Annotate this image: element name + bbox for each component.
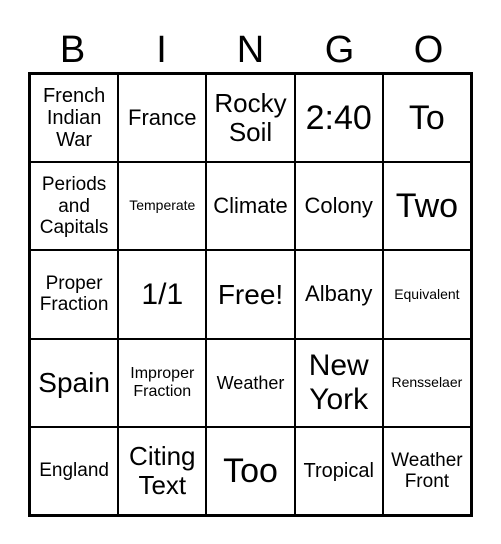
cell-text: To: [408, 99, 445, 138]
header-letter: G: [324, 29, 355, 71]
cell-text: Periods and Capitals: [39, 174, 109, 238]
bingo-cell[interactable]: Tropical: [294, 426, 383, 515]
cell-text: Too: [223, 451, 278, 490]
bingo-cell[interactable]: 1/1: [118, 250, 207, 339]
cell-text: Weather Front: [391, 449, 463, 492]
cell-text: French Indian War: [42, 84, 106, 152]
bingo-cell[interactable]: Improper Fraction: [118, 338, 207, 427]
cell-text: Albany: [305, 281, 373, 307]
bingo-grid: French Indian War France Rocky Soil 2:40 To P…: [28, 72, 473, 517]
bingo-cell[interactable]: Weather Front: [382, 426, 471, 515]
cell-text: Climate: [213, 192, 288, 218]
cell-text: Temperate: [129, 197, 196, 214]
bingo-cell[interactable]: Too: [206, 426, 295, 515]
header-letter: I: [156, 29, 167, 71]
cell-text: Proper Fraction: [39, 273, 109, 316]
cell-text: Equivalent: [394, 285, 460, 302]
bingo-cell[interactable]: Free!: [206, 250, 295, 339]
bingo-cell[interactable]: Climate: [206, 162, 295, 251]
bingo-cell[interactable]: To: [382, 74, 471, 163]
cell-text: Spain: [38, 367, 110, 399]
cell-text: Free!: [217, 278, 284, 310]
cell-text: Tropical: [303, 459, 374, 482]
bingo-cell[interactable]: Weather: [206, 338, 295, 427]
bingo-cell[interactable]: Albany: [294, 250, 383, 339]
bingo-cell[interactable]: Temperate: [118, 162, 207, 251]
cell-text: Rensselaer: [391, 373, 463, 390]
cell-text: France: [128, 104, 197, 130]
bingo-cell[interactable]: Equivalent: [382, 250, 471, 339]
bingo-cell[interactable]: Spain: [30, 338, 119, 427]
bingo-cell[interactable]: Citing Text: [118, 426, 207, 515]
cell-text: England: [39, 460, 109, 482]
cell-text: Weather: [216, 372, 285, 393]
cell-text: Rocky Soil: [214, 87, 287, 148]
cell-text: Colony: [304, 192, 373, 218]
bingo-header: BINGO: [28, 28, 473, 72]
bingo-cell[interactable]: England: [30, 426, 119, 515]
header-letter: B: [59, 29, 86, 71]
cell-text: 1/1: [141, 277, 184, 311]
bingo-cell[interactable]: Colony: [294, 162, 383, 251]
bingo-cell[interactable]: 2:40: [294, 74, 383, 163]
bingo-cell[interactable]: French Indian War: [30, 74, 119, 163]
bingo-cell[interactable]: New York: [294, 338, 383, 427]
cell-text: New York: [308, 349, 369, 416]
bingo-cell[interactable]: Rensselaer: [382, 338, 471, 427]
bingo-cell[interactable]: Rocky Soil: [206, 74, 295, 163]
cell-text: Citing Text: [129, 440, 196, 500]
cell-text: Two: [395, 187, 459, 226]
cell-text: 2:40: [305, 99, 372, 138]
header-letter: O: [413, 29, 444, 71]
bingo-cell[interactable]: France: [118, 74, 207, 163]
bingo-cell[interactable]: Proper Fraction: [30, 250, 119, 339]
bingo-cell[interactable]: Periods and Capitals: [30, 162, 119, 251]
bingo-cell[interactable]: Two: [382, 162, 471, 251]
cell-text: Improper Fraction: [130, 364, 195, 400]
header-letter: N: [236, 29, 265, 71]
